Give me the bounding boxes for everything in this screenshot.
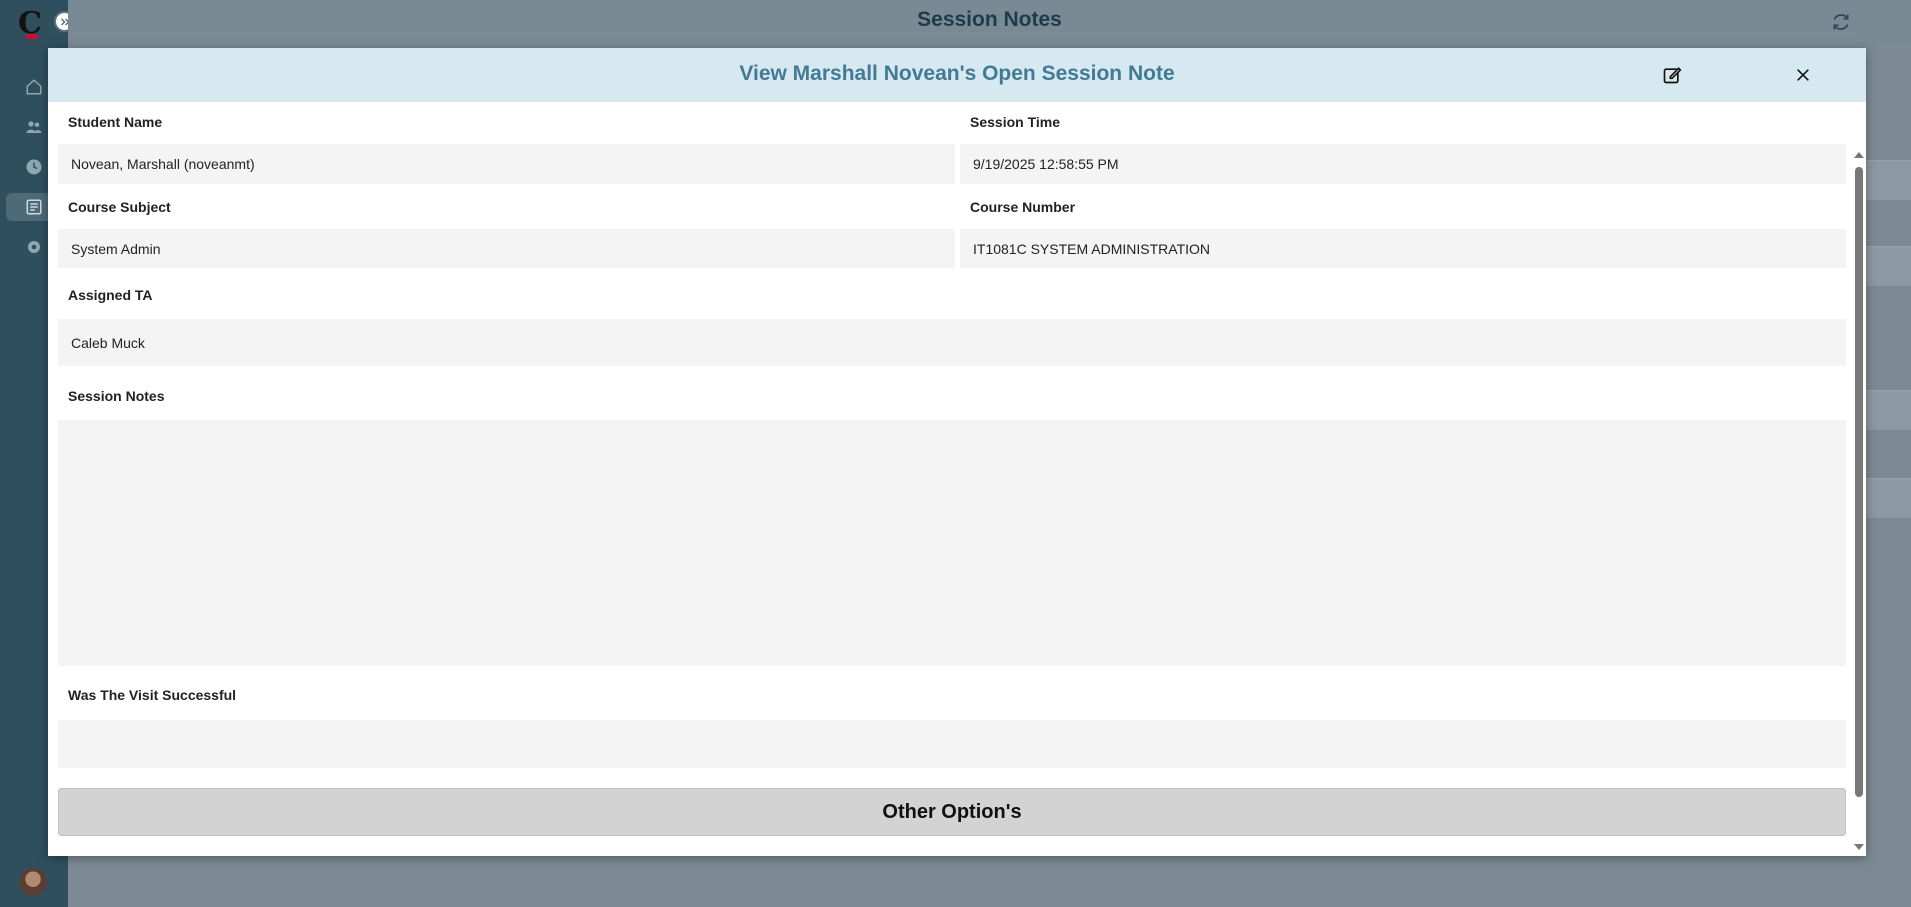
modal-body: Student Name Novean, Marshall (noveanmt)… <box>48 102 1848 856</box>
edit-icon[interactable] <box>1659 62 1685 88</box>
course-number-label: Course Number <box>970 199 1076 215</box>
logo: C <box>18 6 42 41</box>
student-name-field[interactable]: Novean, Marshall (noveanmt) <box>58 144 955 184</box>
modal-header: View Marshall Novean's Open Session Note <box>48 48 1866 102</box>
session-notes-textarea[interactable] <box>58 420 1846 666</box>
scroll-down-arrow[interactable] <box>1854 844 1864 850</box>
modal-scrollbar[interactable] <box>1852 102 1866 856</box>
session-time-label: Session Time <box>970 114 1061 130</box>
page-title: Session Notes <box>917 8 1062 31</box>
session-time-field[interactable]: 9/19/2025 12:58:55 PM <box>960 144 1846 184</box>
visit-successful-label: Was The Visit Successful <box>68 687 237 703</box>
course-subject-field[interactable]: System Admin <box>58 229 955 268</box>
scroll-thumb[interactable] <box>1855 167 1863 797</box>
refresh-icon[interactable] <box>1831 12 1851 37</box>
scroll-up-arrow[interactable] <box>1854 152 1864 158</box>
assigned-ta-field[interactable]: Caleb Muck <box>58 319 1846 366</box>
other-options-button[interactable]: Other Option's <box>58 788 1846 836</box>
student-name-label: Student Name <box>68 114 163 130</box>
course-subject-label: Course Subject <box>68 199 171 215</box>
avatar[interactable] <box>19 868 47 896</box>
session-notes-label: Session Notes <box>68 388 165 404</box>
visit-successful-field[interactable] <box>58 720 1846 768</box>
session-note-modal: View Marshall Novean's Open Session Note… <box>48 48 1866 856</box>
modal-title: View Marshall Novean's Open Session Note <box>739 62 1175 85</box>
assigned-ta-label: Assigned TA <box>68 287 153 303</box>
course-number-field[interactable]: IT1081C SYSTEM ADMINISTRATION <box>960 229 1846 268</box>
close-icon[interactable] <box>1790 62 1816 88</box>
